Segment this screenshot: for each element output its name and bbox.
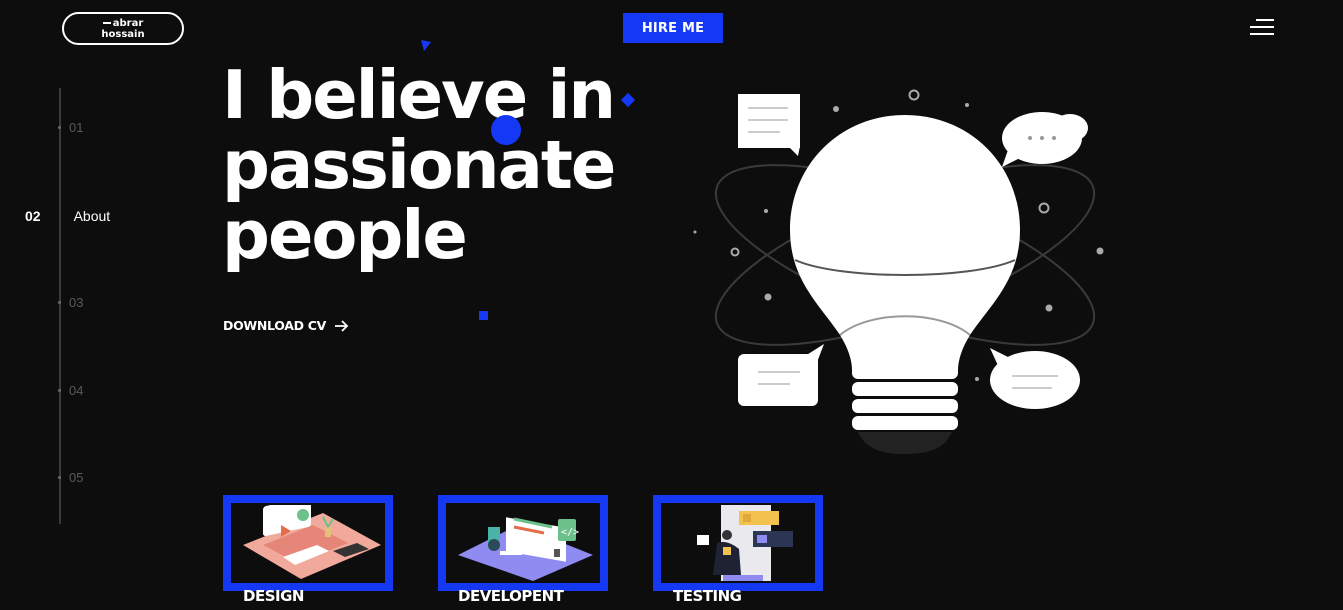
- hire-me-button[interactable]: HIRE ME: [623, 13, 723, 43]
- logo-line2: hossain: [101, 28, 145, 40]
- service-card-design[interactable]: DESIGN: [223, 495, 393, 605]
- nav-item-05[interactable]: 05: [58, 470, 84, 485]
- service-card-testing[interactable]: TESTING: [653, 495, 823, 605]
- service-label: DESIGN: [243, 587, 304, 605]
- headline-line: people: [222, 196, 468, 274]
- nav-number: 04: [69, 383, 84, 398]
- lightbulb-icon: [693, 89, 1104, 454]
- hero-headline: I believe in passionate people: [222, 60, 662, 270]
- design-illustration-icon: [243, 505, 381, 579]
- nav-number: 02: [25, 208, 41, 224]
- logo-line1: abrar: [103, 18, 144, 29]
- nav-item-03[interactable]: 03: [58, 295, 84, 310]
- download-cv-label: DOWNLOAD CV: [223, 318, 327, 333]
- svg-text:</>: </>: [561, 527, 579, 538]
- hamburger-icon[interactable]: [1250, 19, 1274, 37]
- service-label: TESTING: [673, 587, 742, 605]
- headline-line: I believe in: [222, 56, 616, 134]
- nav-item-about[interactable]: 02 About: [25, 208, 110, 224]
- service-card-development[interactable]: </> DEVELOPENT: [438, 495, 608, 605]
- logo[interactable]: abrar hossain: [62, 12, 184, 45]
- deco-circle: [491, 115, 521, 145]
- nav-number: 01: [69, 120, 84, 135]
- nav-number: 03: [69, 295, 84, 310]
- deco-triangle: [421, 40, 431, 51]
- download-cv-link[interactable]: DOWNLOAD CV: [223, 318, 349, 333]
- deco-square: [479, 311, 488, 320]
- nav-number: 05: [69, 470, 84, 485]
- nav-label: About: [73, 208, 111, 224]
- nav-item-04[interactable]: 04: [58, 383, 84, 398]
- service-label: DEVELOPENT: [458, 587, 564, 605]
- arrow-right-icon: [335, 319, 349, 332]
- nav-item-01[interactable]: 01: [58, 120, 84, 135]
- development-illustration-icon: </>: [458, 517, 593, 581]
- headline-line: passionate: [222, 126, 616, 204]
- testing-illustration-icon: [697, 505, 793, 581]
